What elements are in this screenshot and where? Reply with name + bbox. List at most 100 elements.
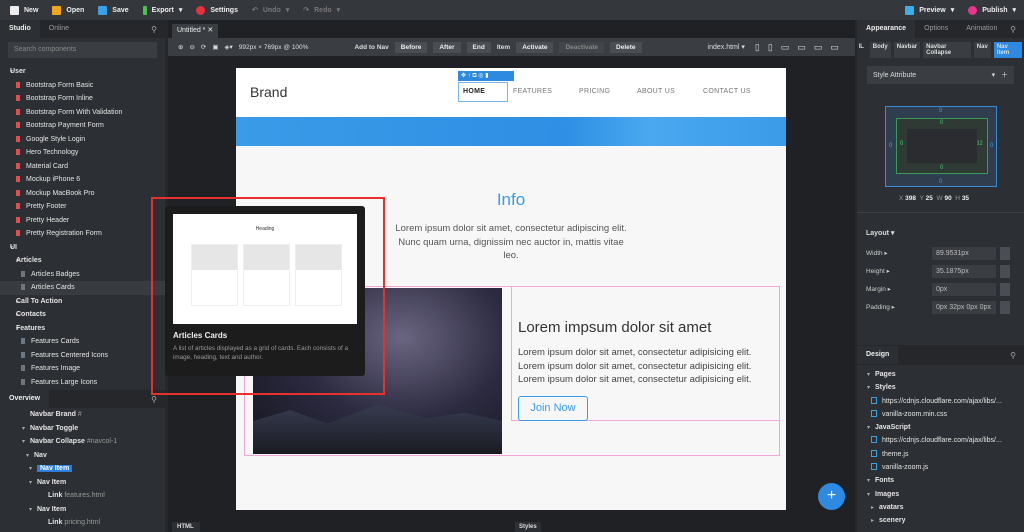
new-button[interactable]: New bbox=[10, 5, 38, 15]
tree-item[interactable]: ▸Contacts bbox=[0, 308, 165, 322]
design-item[interactable]: ▾ Pages bbox=[865, 368, 1020, 381]
tab-styles[interactable]: Styles bbox=[515, 522, 541, 532]
tree-item[interactable]: Material Card bbox=[0, 160, 165, 174]
overview-item[interactable]: ▾ Nav Item bbox=[0, 503, 165, 517]
zoom-out-icon[interactable]: ⊖ bbox=[189, 43, 194, 51]
publish-button[interactable]: Publish ▾ bbox=[968, 5, 1016, 15]
tab-untitled[interactable]: Untitled * ✕ bbox=[172, 24, 218, 38]
activate-button[interactable]: Activate bbox=[516, 41, 554, 53]
overview-item[interactable]: ▾ Navbar Toggle bbox=[0, 422, 165, 436]
breadcrumb-item[interactable]: Navbar Collapse bbox=[923, 42, 971, 58]
breadcrumb-item[interactable]: Nav bbox=[973, 42, 991, 58]
tree-item[interactable]: Articles Badges bbox=[0, 268, 165, 282]
open-button[interactable]: Open bbox=[52, 5, 84, 15]
tree-item[interactable]: Bootstrap Form Inline bbox=[0, 92, 165, 106]
field-label[interactable]: Width ▸ bbox=[866, 249, 888, 257]
tree-item[interactable]: ▾Articles bbox=[0, 254, 165, 268]
tree-item[interactable]: ▾User bbox=[0, 65, 165, 79]
before-button[interactable]: Before bbox=[394, 41, 428, 53]
field-label[interactable]: Padding ▸ bbox=[866, 303, 895, 311]
overview-item[interactable]: Navbar Brand # bbox=[0, 408, 165, 422]
tree-item[interactable]: Features Large Icons bbox=[0, 376, 165, 389]
overview-item[interactable]: ▾ Navbar Collapse #navcol-1 bbox=[0, 435, 165, 449]
tab-animation[interactable]: Animation bbox=[957, 20, 1006, 38]
search-icon[interactable]: ⚲ bbox=[1010, 351, 1016, 360]
undo-button[interactable]: ↶ Undo ▾ bbox=[252, 6, 289, 15]
device-icons[interactable]: ▯▯▭▭▭▭ bbox=[755, 42, 847, 53]
tree-item[interactable]: Hero Technology bbox=[0, 146, 165, 160]
tree-item[interactable]: Mockup MacBook Pro bbox=[0, 187, 165, 201]
zoom-in-icon[interactable]: ⊕ bbox=[178, 43, 183, 51]
overview-item[interactable]: Link features.html bbox=[0, 489, 165, 503]
breadcrumb-item[interactable]: Nav Item bbox=[993, 42, 1022, 58]
search-icon[interactable]: ⚲ bbox=[151, 25, 157, 34]
tree-item[interactable]: Bootstrap Payment Form bbox=[0, 119, 165, 133]
search-input[interactable]: Search components bbox=[8, 42, 157, 58]
overview-item[interactable]: ▾ Nav Item bbox=[0, 462, 165, 476]
field-input[interactable]: 35.1875px bbox=[932, 265, 996, 278]
design-item[interactable]: vanilla-zoom.min.css bbox=[865, 408, 1020, 421]
export-button[interactable]: Export ▾ bbox=[142, 5, 182, 15]
design-item[interactable]: ▾ Fonts bbox=[865, 474, 1020, 487]
end-button[interactable]: End bbox=[466, 41, 491, 53]
tab-studio[interactable]: Studio bbox=[0, 20, 40, 38]
rotate-icon[interactable]: ⟳ bbox=[201, 43, 206, 51]
tree-item[interactable]: Pretty Registration Form bbox=[0, 227, 165, 241]
tree-item[interactable]: Features Centered Icons bbox=[0, 349, 165, 363]
after-button[interactable]: After bbox=[433, 41, 461, 53]
deactivate-button[interactable]: Deactivate bbox=[559, 41, 605, 53]
design-item[interactable]: https://cdnjs.cloudflare.com/ajax/libs/.… bbox=[865, 434, 1020, 447]
nav-link-home[interactable]: HOME bbox=[463, 88, 485, 95]
join-now-button[interactable]: Join Now bbox=[518, 396, 588, 421]
tree-item[interactable]: Bootstrap Form Basic bbox=[0, 79, 165, 93]
style-attribute-select[interactable]: Style Attribute ▾ ＋ bbox=[867, 66, 1014, 84]
design-item[interactable]: theme.js bbox=[865, 448, 1020, 461]
delete-button[interactable]: Delete bbox=[610, 41, 642, 53]
search-icon[interactable]: ⚲ bbox=[151, 395, 157, 404]
tab-appearance[interactable]: Appearance bbox=[857, 20, 916, 38]
stepper[interactable] bbox=[1000, 283, 1010, 296]
frame-icon[interactable]: ▣ bbox=[212, 43, 218, 51]
nav-link-about[interactable]: ABOUT US bbox=[637, 88, 675, 95]
layers-icon[interactable]: ◈▾ bbox=[225, 43, 233, 51]
stepper[interactable] bbox=[1000, 265, 1010, 278]
navbar-brand[interactable]: Brand bbox=[250, 84, 287, 100]
tree-item[interactable]: Features Cards bbox=[0, 335, 165, 349]
breadcrumb-item[interactable]: HTML bbox=[859, 42, 867, 58]
element-toolbar[interactable]: ✥ ↑ ⧉ ◎ ▮ bbox=[458, 71, 514, 81]
tree-item[interactable]: ▾UI bbox=[0, 241, 165, 255]
tab-design[interactable]: Design bbox=[857, 346, 899, 364]
stepper[interactable] bbox=[1000, 301, 1010, 314]
overview-item[interactable]: Link pricing.html bbox=[0, 516, 165, 530]
breadcrumb-item[interactable]: Body bbox=[869, 42, 891, 58]
search-icon[interactable]: ⚲ bbox=[1010, 25, 1016, 34]
tree-item[interactable]: Pretty Footer bbox=[0, 200, 165, 214]
design-item[interactable]: ▾ Images bbox=[865, 488, 1020, 501]
add-fab-button[interactable]: + bbox=[818, 483, 845, 510]
viewport-size[interactable]: 992px × 769px @ 100% bbox=[239, 44, 309, 51]
layout-section[interactable]: Layout ▾ bbox=[866, 229, 894, 237]
tree-item[interactable]: ▸Call To Action bbox=[0, 295, 165, 309]
stepper[interactable] bbox=[1000, 247, 1010, 260]
field-input[interactable]: 0px bbox=[932, 283, 996, 296]
preview-button[interactable]: Preview ▾ bbox=[905, 5, 954, 15]
design-item[interactable]: ▸ avatars bbox=[865, 501, 1020, 514]
design-item[interactable]: vanilla-zoom.js bbox=[865, 461, 1020, 474]
design-item[interactable]: https://cdnjs.cloudflare.com/ajax/libs/.… bbox=[865, 395, 1020, 408]
design-item[interactable]: ▾ Styles bbox=[865, 381, 1020, 394]
tab-online[interactable]: Online bbox=[40, 20, 78, 38]
tree-item[interactable]: ▾Features bbox=[0, 322, 165, 336]
tree-item[interactable]: Mockup iPhone 6 bbox=[0, 173, 165, 187]
tab-overview[interactable]: Overview bbox=[0, 390, 50, 408]
save-button[interactable]: Save bbox=[98, 5, 129, 15]
breadcrumb-item[interactable]: Navbar bbox=[893, 42, 921, 58]
field-label[interactable]: Margin ▸ bbox=[866, 285, 891, 293]
tree-item[interactable]: Features Image bbox=[0, 362, 165, 376]
tree-item[interactable]: Articles Cards bbox=[0, 281, 165, 295]
nav-link-features[interactable]: FEATURES bbox=[513, 88, 552, 95]
overview-item[interactable]: ▾ Nav bbox=[0, 449, 165, 463]
field-label[interactable]: Height ▸ bbox=[866, 267, 890, 275]
tab-html[interactable]: HTML bbox=[172, 522, 200, 532]
overview-item[interactable]: ▾ Nav Item bbox=[0, 476, 165, 490]
field-input[interactable]: 89.9531px bbox=[932, 247, 996, 260]
